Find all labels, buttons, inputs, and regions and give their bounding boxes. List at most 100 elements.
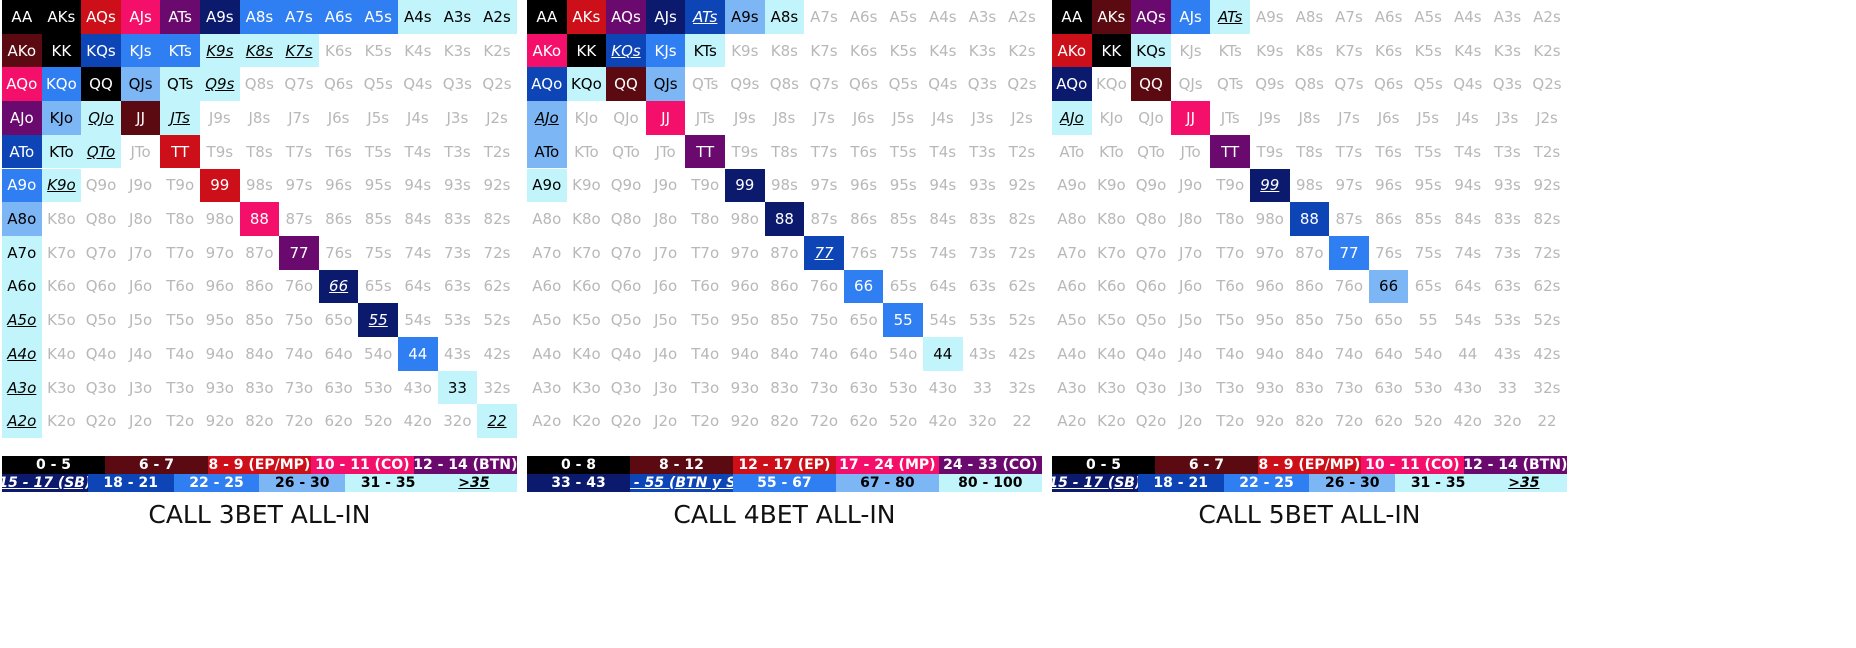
hand-cell: K6o bbox=[1097, 277, 1126, 296]
hand-cell: 86s bbox=[1375, 210, 1403, 229]
hand-cell: KJs bbox=[645, 33, 686, 68]
hand-cell: 53o bbox=[1414, 378, 1443, 397]
hand-cell: AKs bbox=[41, 0, 82, 34]
hand-cell: 99 bbox=[200, 168, 240, 203]
hand-cell: J7s bbox=[813, 108, 835, 127]
hand-cell: 62s bbox=[483, 277, 511, 296]
hand-cell: 43o bbox=[1453, 378, 1482, 397]
hand-cell: K4o bbox=[47, 344, 76, 363]
hand-cell: 43o bbox=[928, 378, 957, 397]
hand-cell: 74s bbox=[929, 243, 957, 262]
hand-cell: Q6o bbox=[85, 277, 117, 296]
hand-cell: K7o bbox=[1097, 243, 1126, 262]
hand-cell: 82s bbox=[483, 210, 511, 229]
hand-cell: T7o bbox=[166, 243, 195, 262]
legend-item: 8 - 9 (EP/MP) bbox=[1257, 456, 1361, 474]
hand-cell: A2s bbox=[1008, 7, 1036, 26]
hand-cell: 73o bbox=[809, 378, 839, 397]
hand-cell: T4s bbox=[1454, 142, 1482, 161]
hand-cell: A4o bbox=[2, 337, 42, 371]
hand-cell: A8o bbox=[532, 210, 562, 229]
hand-cell: A7s bbox=[1335, 7, 1363, 26]
hand-cell: K7o bbox=[47, 243, 76, 262]
legend-item: 6 - 7 bbox=[104, 456, 208, 474]
hand-cell: Q7s bbox=[284, 75, 314, 94]
hand-cell: 77 bbox=[1329, 235, 1369, 270]
hand-cell: A7o bbox=[1057, 243, 1087, 262]
hand-cell: KK bbox=[41, 33, 82, 68]
hand-cell: 77 bbox=[279, 235, 319, 270]
hand-cell: 87o bbox=[770, 243, 799, 262]
hand-cell: 76o bbox=[1334, 277, 1364, 296]
hand-cell: A4s bbox=[398, 0, 438, 34]
chart-caption: CALL 5BET ALL-IN bbox=[1198, 500, 1421, 529]
hand-cell: Q4s bbox=[403, 75, 433, 94]
hand-cell: 52o bbox=[889, 412, 918, 431]
hand-cell: 86s bbox=[325, 210, 353, 229]
hand-cell: A9o bbox=[2, 168, 42, 203]
hand-cell: J5s bbox=[892, 108, 915, 127]
chart-caption: CALL 3BET ALL-IN bbox=[148, 500, 371, 529]
hand-cell: Q5s bbox=[888, 75, 918, 94]
hand-cell: J4s bbox=[406, 108, 429, 127]
hand-cell: JTo bbox=[655, 142, 676, 161]
hand-cell: 93o bbox=[205, 378, 234, 397]
hand-cell: J3o bbox=[1179, 378, 1203, 397]
hand-cell: K6s bbox=[1374, 41, 1403, 60]
hand-cell: T7o bbox=[691, 243, 720, 262]
hand-cell: T2s bbox=[1008, 142, 1036, 161]
hand-cell: J5s bbox=[1417, 108, 1440, 127]
hand-cell: ATo bbox=[527, 134, 567, 169]
hand-cell: T8o bbox=[166, 210, 195, 229]
hand-cell: AKo bbox=[1052, 33, 1092, 68]
hand-cell: K9o bbox=[1097, 176, 1126, 195]
hand-cell: K2o bbox=[572, 412, 601, 431]
hand-cell: 32o bbox=[968, 412, 997, 431]
hand-cell: 94s bbox=[404, 176, 432, 195]
hand-cell: J5o bbox=[1179, 311, 1203, 330]
hand-cell: Q3s bbox=[967, 75, 997, 94]
hand-cell: J8o bbox=[129, 210, 153, 229]
hand-cell: A2o bbox=[532, 412, 562, 431]
hand-cell: 93s bbox=[443, 176, 471, 195]
hand-cell: Q4o bbox=[85, 344, 117, 363]
hand-cell: A3o bbox=[1057, 378, 1087, 397]
legend-item: >35 bbox=[431, 474, 517, 492]
hand-cell: K7o bbox=[572, 243, 601, 262]
hand-cell: K3o bbox=[1097, 378, 1126, 397]
hand-cell: 99 bbox=[725, 168, 765, 203]
hand-cell: T6o bbox=[691, 277, 720, 296]
hand-cell: 42o bbox=[928, 412, 957, 431]
hand-cell: 82o bbox=[770, 412, 799, 431]
hand-cell: 92s bbox=[483, 176, 511, 195]
hand-cell: 64s bbox=[404, 277, 432, 296]
hand-cell: 64o bbox=[324, 344, 353, 363]
hand-cell: K8s bbox=[239, 33, 280, 68]
hand-cell: KQs bbox=[81, 33, 121, 68]
hand-cell: K5o bbox=[572, 311, 601, 330]
hand-cell: 52o bbox=[364, 412, 393, 431]
hand-cell: Q2s bbox=[1007, 75, 1037, 94]
range-chart-panel: AA AKs AQs AJs ATs A9s A8s A7s A6s A5s A4s A3s A2s AK… bbox=[527, 0, 1042, 648]
legend-item: 10 - 11 (CO) bbox=[1360, 456, 1464, 474]
hand-cell: ATo bbox=[2, 134, 42, 169]
hand-cell: 98s bbox=[770, 176, 798, 195]
hand-cell: Q7o bbox=[85, 243, 117, 262]
legend-item: 33 - 43 bbox=[527, 474, 630, 492]
hand-cell: AKs bbox=[566, 0, 607, 34]
hand-cell: 94s bbox=[929, 176, 957, 195]
hand-cell: JJ bbox=[120, 101, 161, 135]
hand-cell: 92s bbox=[1533, 176, 1561, 195]
hand-cell: 43o bbox=[403, 378, 432, 397]
hand-cell: 55 bbox=[358, 303, 398, 337]
hand-cell: 42s bbox=[1533, 344, 1561, 363]
hand-cell: 86s bbox=[850, 210, 878, 229]
hand-cell: T7o bbox=[1216, 243, 1245, 262]
hand-cell: 82o bbox=[245, 412, 274, 431]
hand-cell: T4o bbox=[1216, 344, 1245, 363]
hand-cell: JTs bbox=[1220, 108, 1240, 127]
hand-cell: 52o bbox=[1414, 412, 1443, 431]
hand-cell: Q6s bbox=[1374, 75, 1404, 94]
hand-cell: 82s bbox=[1008, 210, 1036, 229]
hand-cell: 65o bbox=[324, 311, 353, 330]
